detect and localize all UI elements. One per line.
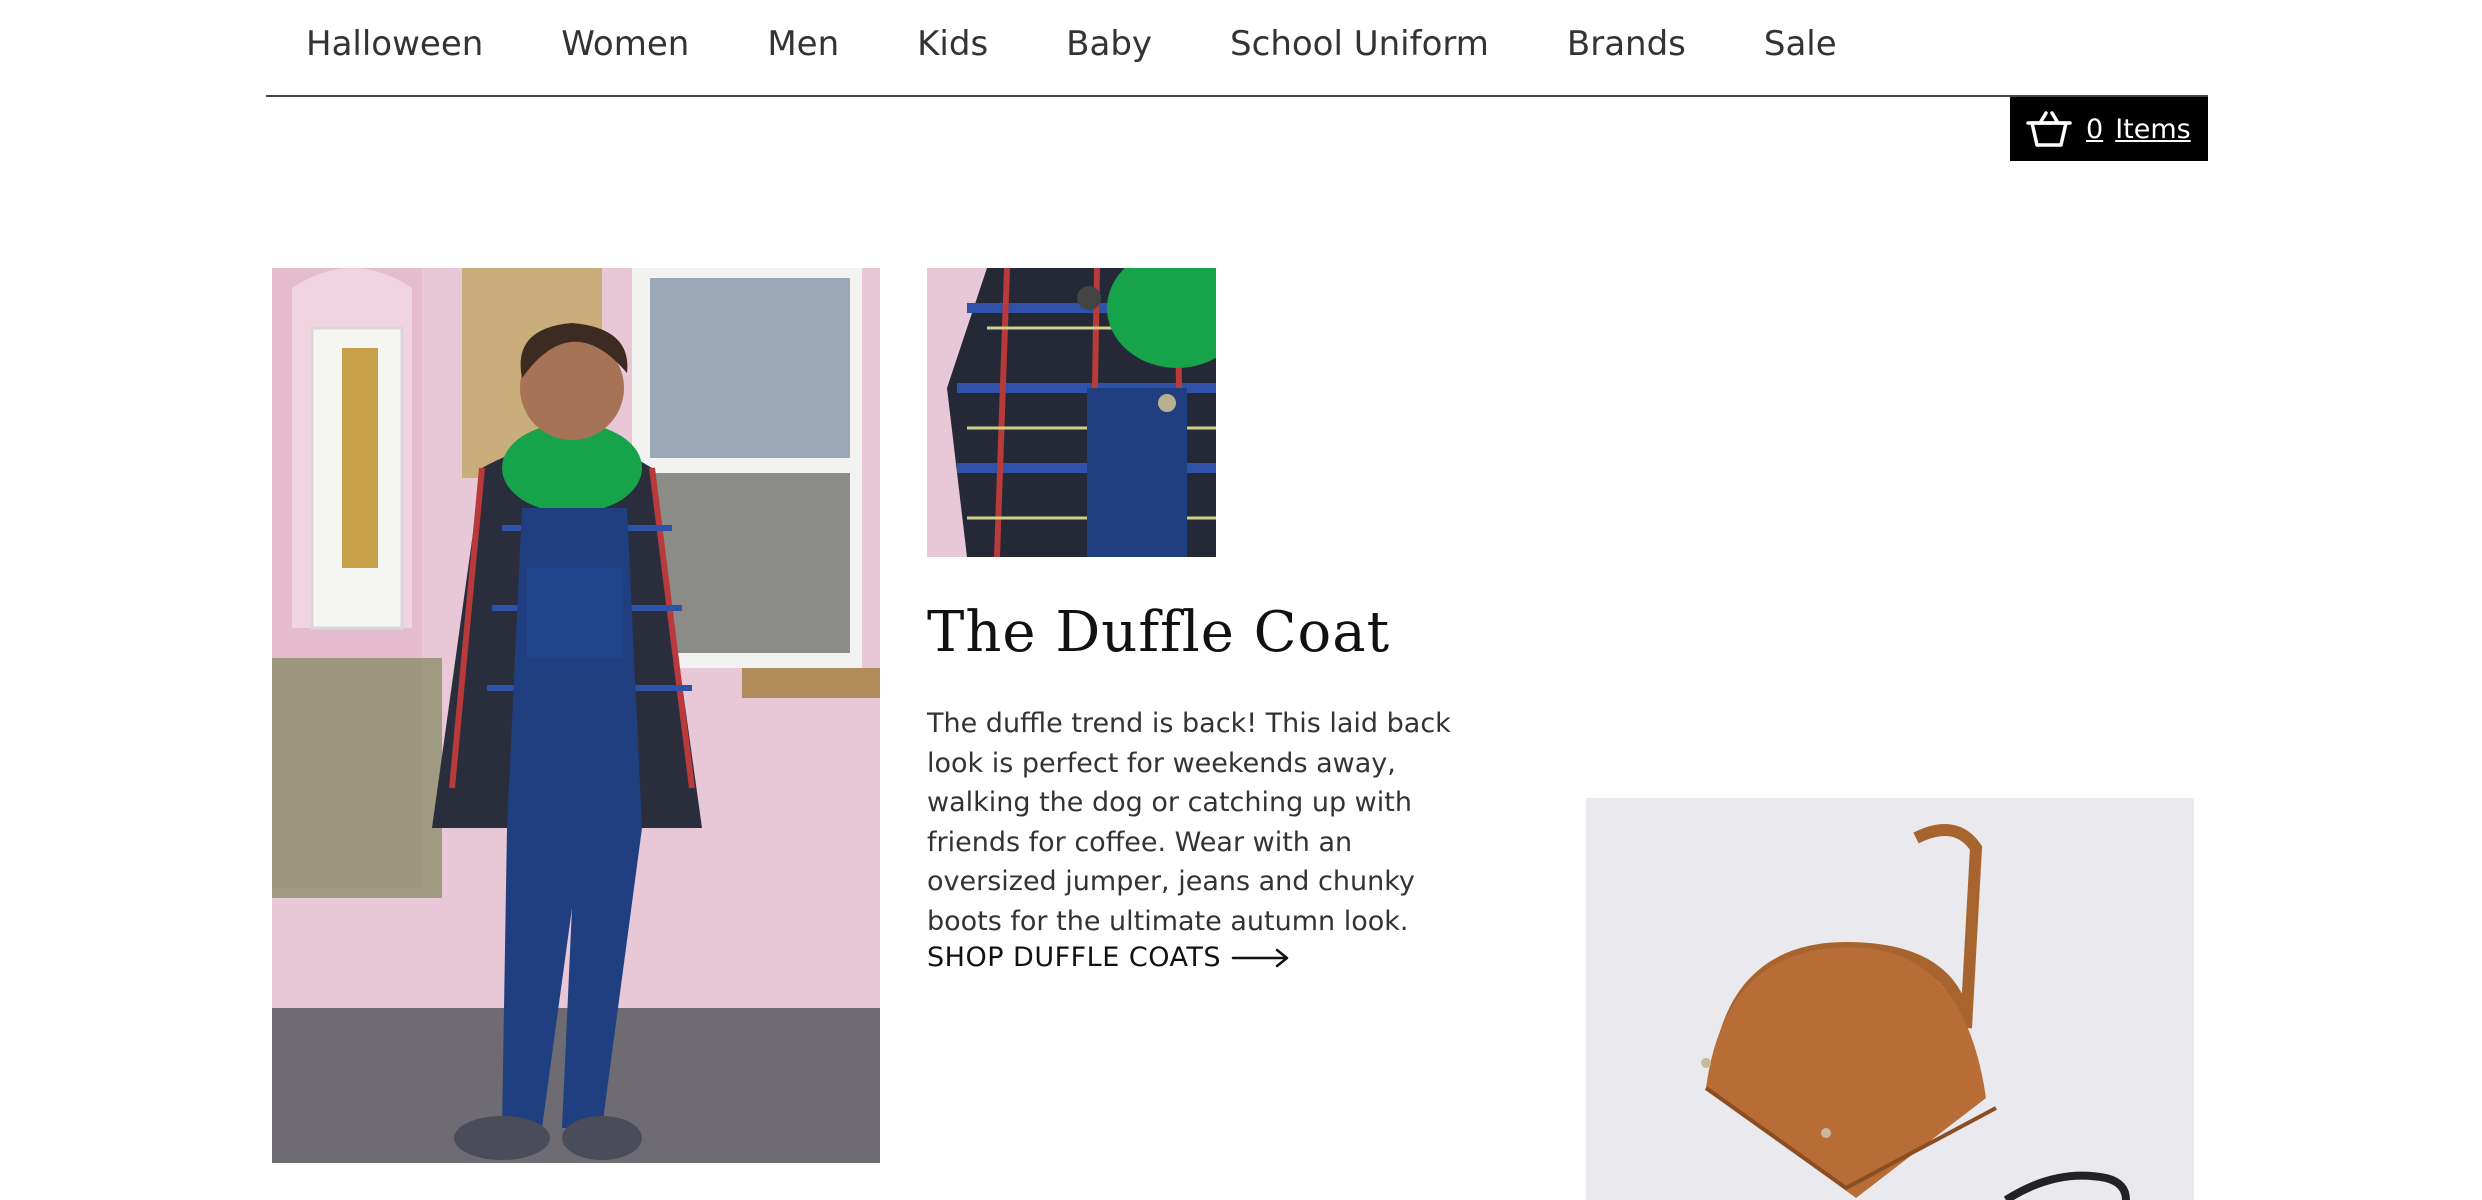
tan-crossbody-bag-image[interactable] [1586,798,2194,1200]
basket-icon [2026,111,2072,147]
woman-in-check-jacket-image[interactable] [272,268,880,1163]
cart-button[interactable]: 0 Items [2010,97,2208,161]
feature-description: The duffle trend is back! This laid back… [927,708,1451,937]
feature-title: The Duffle Coat [927,600,1391,665]
nav-item-baby[interactable]: Baby [1066,20,1152,68]
nav-item-school-uniform[interactable]: School Uniform [1230,20,1489,68]
shop-duffle-coats-link[interactable]: SHOP DUFFLE COATS [927,942,1291,973]
main-nav: Halloween Women Men Kids Baby School Uni… [266,0,2208,97]
nav-list: Halloween Women Men Kids Baby School Uni… [306,20,1915,68]
check-jacket-detail-image[interactable] [927,268,1216,557]
nav-item-halloween[interactable]: Halloween [306,20,483,68]
shop-link-label: SHOP DUFFLE COATS [927,942,1221,973]
arrow-right-icon [1231,948,1289,967]
cart-label: Items [2115,113,2191,145]
nav-item-women[interactable]: Women [561,20,689,68]
cart-count: 0 [2086,113,2104,145]
nav-item-kids[interactable]: Kids [917,20,988,68]
nav-item-brands[interactable]: Brands [1567,20,1686,68]
nav-item-men[interactable]: Men [767,20,839,68]
nav-item-sale[interactable]: Sale [1764,20,1837,68]
